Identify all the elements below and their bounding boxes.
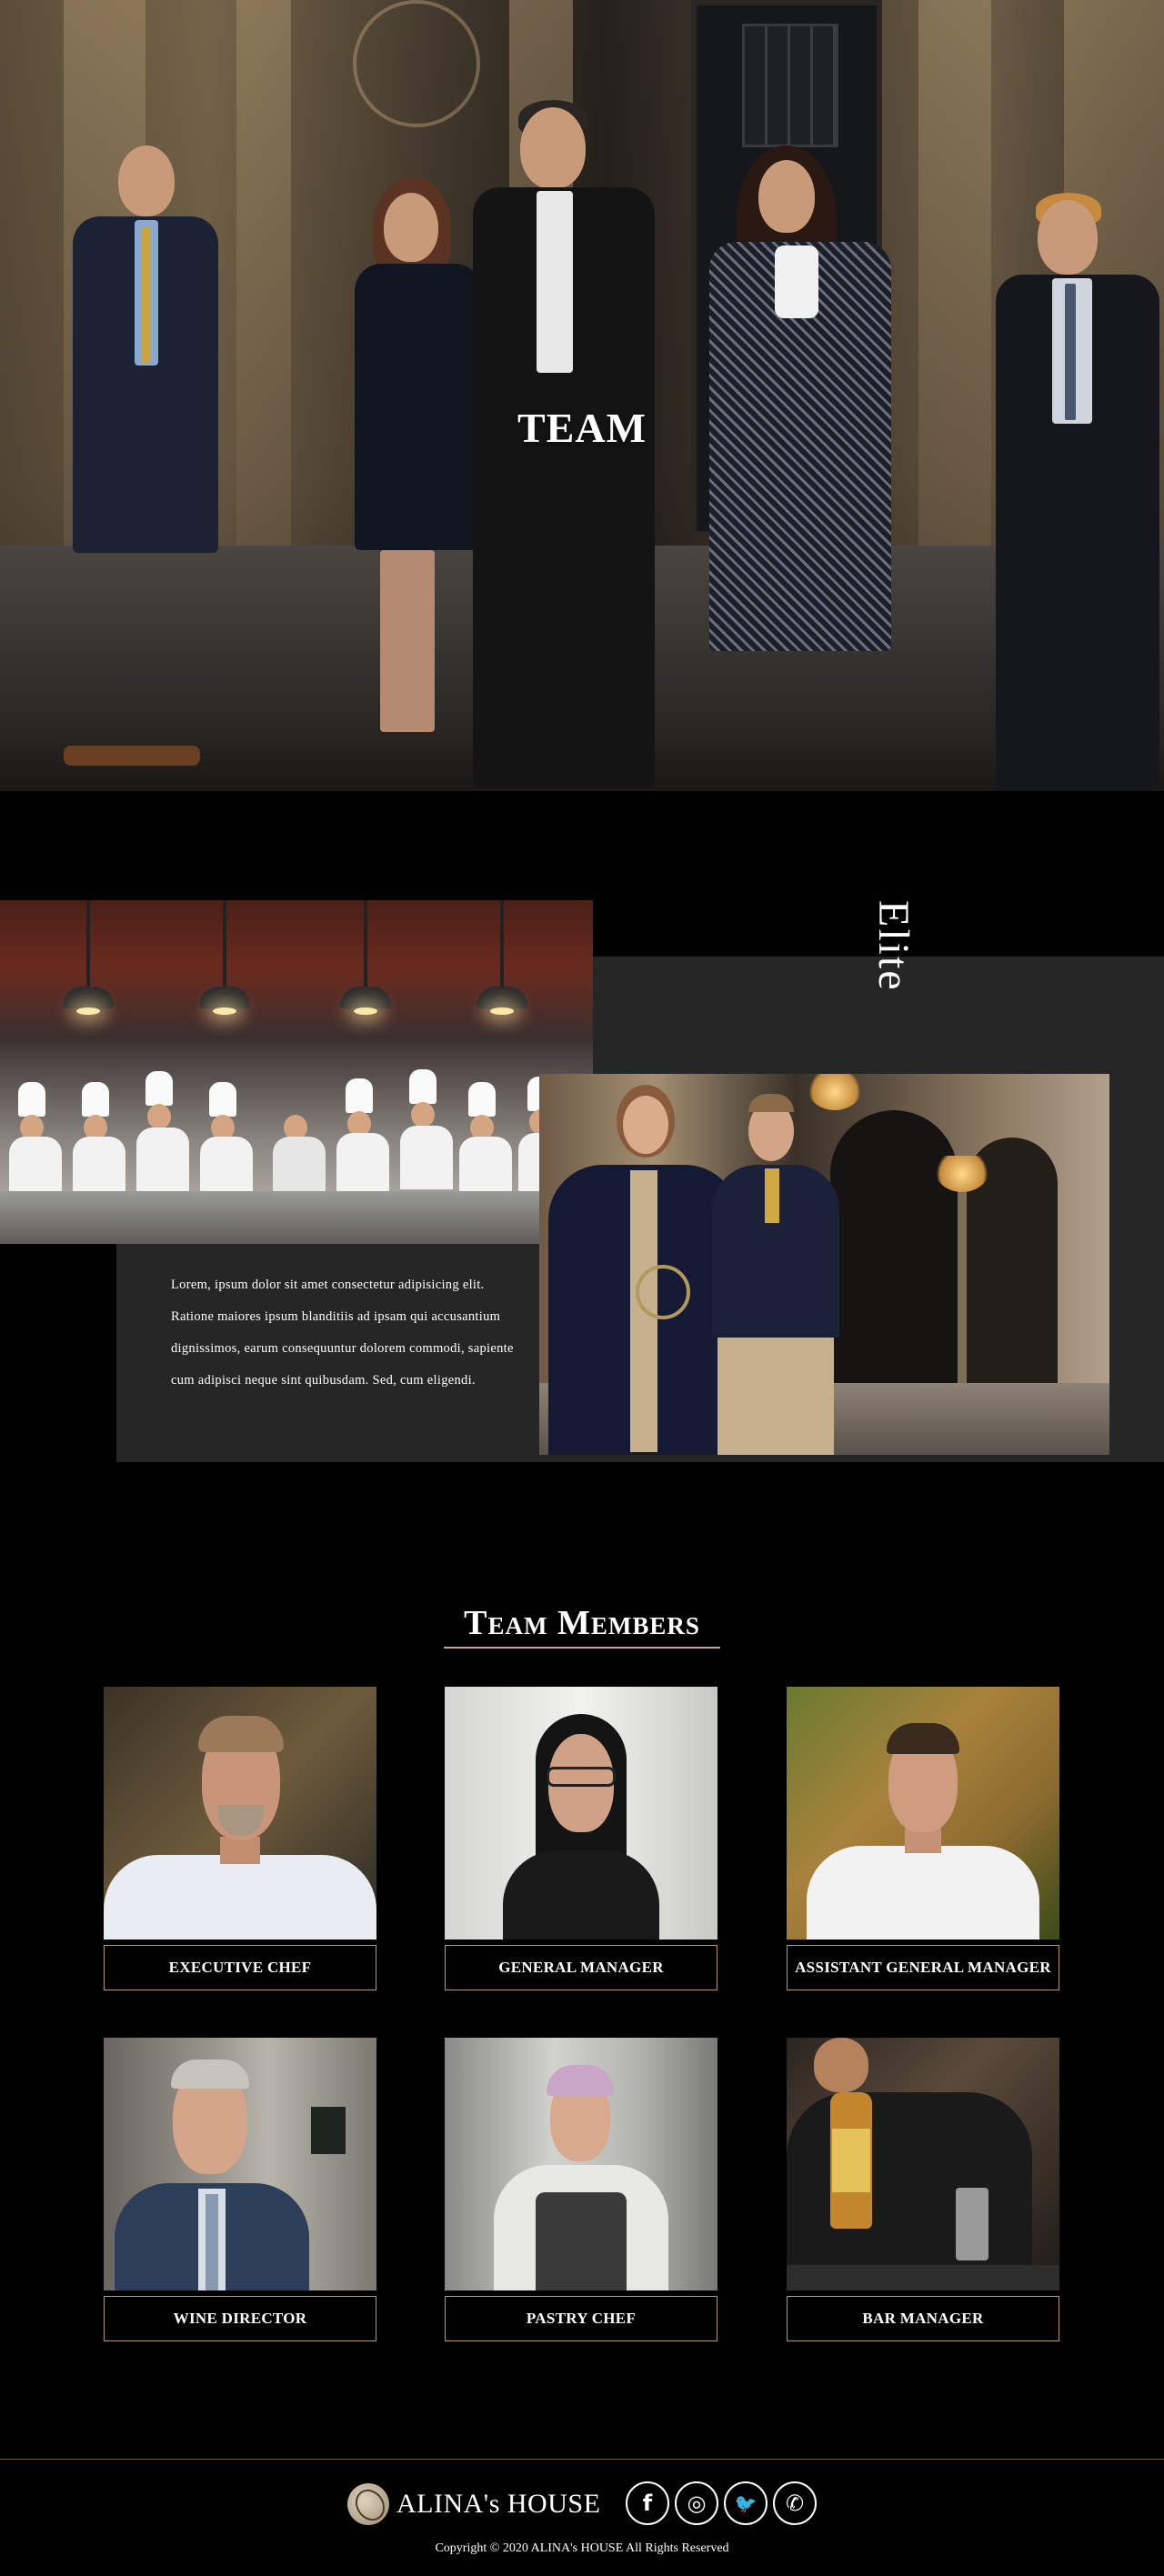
team-members-heading: Team Members: [464, 1604, 700, 1642]
member-photo: [104, 2038, 376, 2290]
copyright-text: Copyright © 2020 ALINA's HOUSE All Right…: [435, 2541, 729, 2555]
heading-underline: [444, 1647, 720, 1649]
stone-column: [236, 0, 291, 564]
role-label: EXECUTIVE CHEF: [104, 1945, 376, 1990]
member-photo: [104, 1687, 376, 1940]
role-label: ASSISTANT GENERAL MANAGER: [787, 1945, 1059, 1990]
role-label: GENERAL MANAGER: [445, 1945, 717, 1990]
instagram-icon[interactable]: ◎: [675, 2481, 718, 2525]
elite-description: Lorem, ipsum dolor sit amet consectetur …: [171, 1278, 514, 1388]
role-label: WINE DIRECTOR: [104, 2296, 376, 2341]
stone-medallion: [353, 0, 480, 127]
footer-divider: [0, 2459, 1164, 2460]
stone-column: [918, 0, 991, 564]
brand-logo-icon: [347, 2483, 389, 2525]
social-links: f ◎ 🐦 ✆: [626, 2481, 817, 2525]
member-photo: [787, 2038, 1059, 2290]
kitchen-photo: [0, 900, 593, 1244]
footer-brand[interactable]: ALINA's HOUSE: [347, 2482, 600, 2526]
facebook-icon[interactable]: f: [626, 2481, 669, 2525]
role-label: PASTRY CHEF: [445, 2296, 717, 2341]
hero-banner: TEAM: [0, 0, 1164, 791]
staff-photo: [539, 1074, 1109, 1455]
member-photo: [787, 1687, 1059, 1940]
whatsapp-icon[interactable]: ✆: [773, 2481, 817, 2525]
hero-title: TEAM: [517, 405, 647, 451]
member-photo: [445, 2038, 717, 2290]
member-photo: [445, 1687, 717, 1940]
twitter-icon[interactable]: 🐦: [724, 2481, 768, 2525]
role-label: BAR MANAGER: [787, 2296, 1059, 2341]
brand-name: ALINA's HOUSE: [396, 2489, 601, 2519]
elite-heading: Elite: [869, 900, 918, 992]
